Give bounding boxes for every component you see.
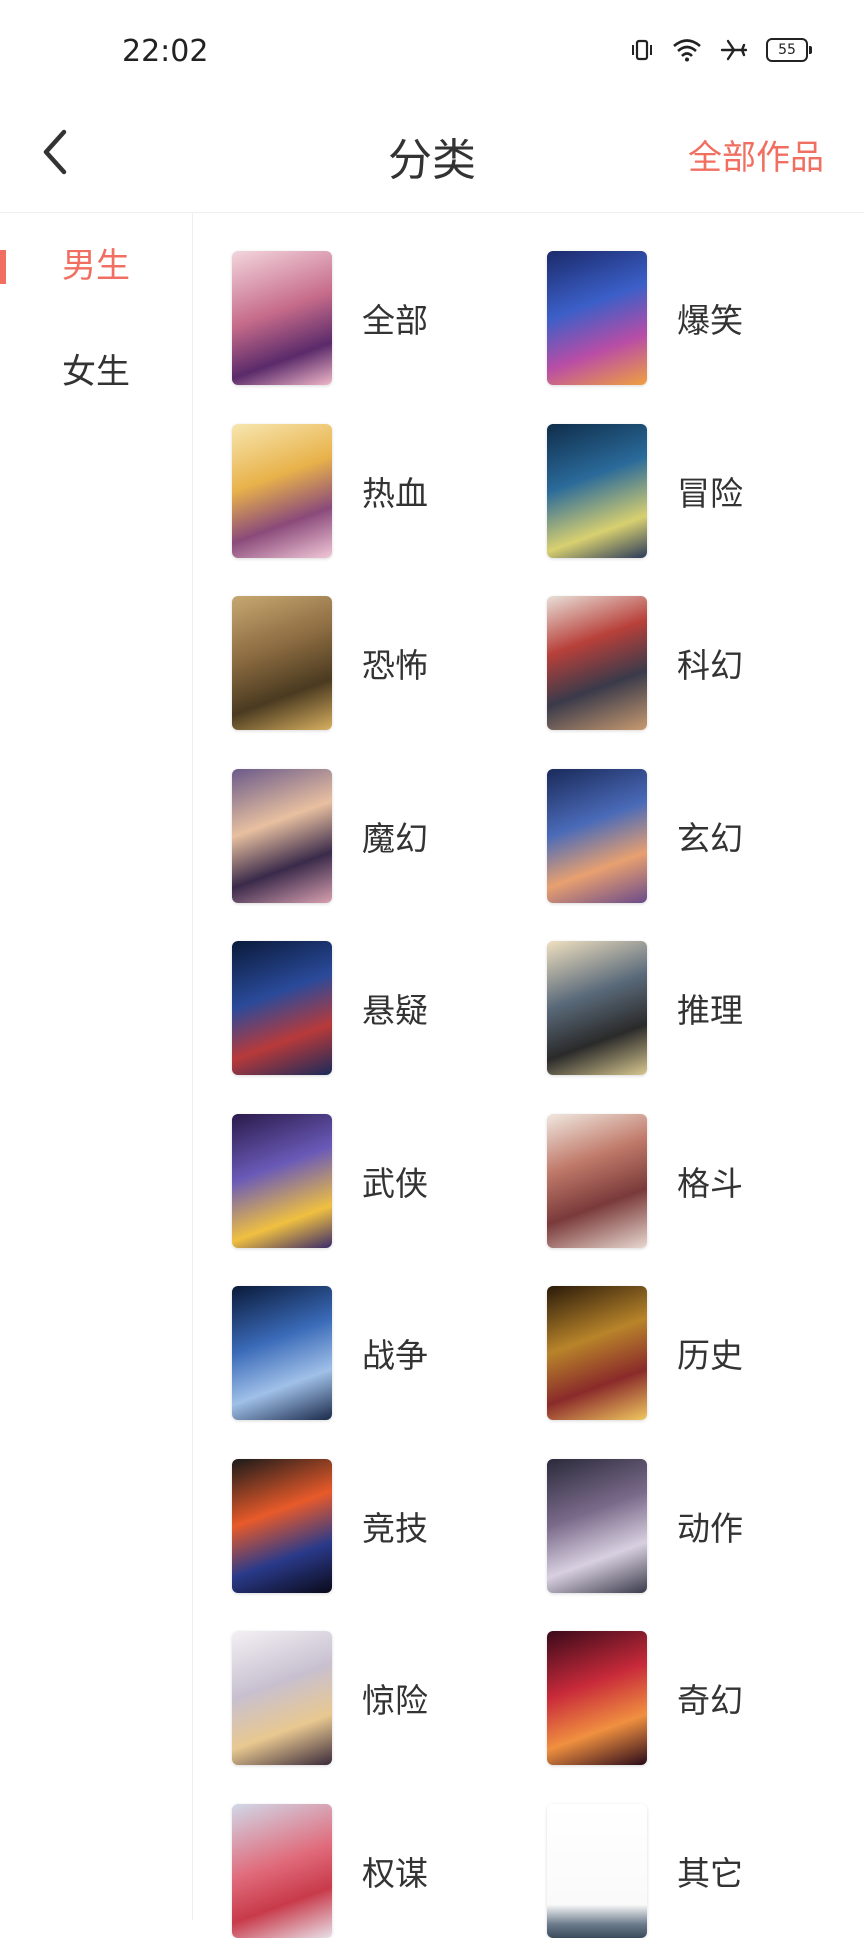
category-thumbnail xyxy=(232,769,332,903)
sidebar-item-label: 男生 xyxy=(62,246,130,286)
category-thumbnail xyxy=(232,1631,332,1765)
category-item[interactable]: 权谋 xyxy=(232,1804,428,1938)
header: 分类 全部作品 xyxy=(0,100,864,213)
category-label: 魔幻 xyxy=(362,812,428,860)
category-item[interactable]: 战争 xyxy=(232,1286,428,1420)
category-row: 热血 冒险 xyxy=(192,386,864,559)
category-item[interactable]: 格斗 xyxy=(547,1114,743,1248)
category-thumbnail xyxy=(232,251,332,385)
category-label: 推理 xyxy=(677,984,743,1032)
category-row: 全部 爆笑 xyxy=(192,213,864,386)
category-label: 爆笑 xyxy=(677,294,743,342)
category-label: 惊险 xyxy=(362,1674,428,1722)
category-row: 魔幻 玄幻 xyxy=(192,731,864,904)
category-item[interactable]: 魔幻 xyxy=(232,769,428,903)
category-item[interactable]: 玄幻 xyxy=(547,769,743,903)
category-item[interactable]: 竞技 xyxy=(232,1459,428,1593)
battery-icon: 55 xyxy=(766,38,808,62)
back-button[interactable] xyxy=(36,124,76,180)
category-label: 恐怖 xyxy=(362,639,428,687)
status-time: 22:02 xyxy=(122,34,208,69)
category-thumbnail xyxy=(547,596,647,730)
status-icons: 55 xyxy=(630,38,808,62)
category-thumbnail xyxy=(547,251,647,385)
category-thumbnail xyxy=(547,941,647,1075)
category-thumbnail xyxy=(232,1804,332,1938)
category-item[interactable]: 惊险 xyxy=(232,1631,428,1765)
category-row: 权谋 其它 xyxy=(192,1766,864,1938)
airplane-icon xyxy=(720,38,748,62)
category-label: 其它 xyxy=(677,1847,743,1895)
category-row: 悬疑 推理 xyxy=(192,903,864,1076)
category-label: 悬疑 xyxy=(362,984,428,1032)
category-thumbnail xyxy=(547,1114,647,1248)
category-row: 战争 历史 xyxy=(192,1248,864,1421)
category-label: 冒险 xyxy=(677,467,743,515)
category-label: 战争 xyxy=(362,1329,428,1377)
category-row: 恐怖 科幻 xyxy=(192,558,864,731)
category-label: 动作 xyxy=(677,1502,743,1550)
category-thumbnail xyxy=(232,1114,332,1248)
category-item[interactable]: 奇幻 xyxy=(547,1631,743,1765)
category-thumbnail xyxy=(232,941,332,1075)
category-thumbnail xyxy=(547,1631,647,1765)
sidebar: 男生 女生 xyxy=(0,213,193,1920)
category-label: 科幻 xyxy=(677,639,743,687)
category-item[interactable]: 热血 xyxy=(232,424,428,558)
category-label: 奇幻 xyxy=(677,1674,743,1722)
category-thumbnail xyxy=(547,1286,647,1420)
active-indicator xyxy=(0,250,6,284)
category-item[interactable]: 全部 xyxy=(232,251,428,385)
category-thumbnail xyxy=(232,596,332,730)
category-item[interactable]: 其它 xyxy=(547,1804,743,1938)
category-row: 武侠 格斗 xyxy=(192,1076,864,1249)
category-item[interactable]: 历史 xyxy=(547,1286,743,1420)
category-label: 权谋 xyxy=(362,1847,428,1895)
sidebar-item-label: 女生 xyxy=(62,352,130,392)
wifi-icon xyxy=(672,38,702,62)
category-label: 全部 xyxy=(362,294,428,342)
vibrate-icon xyxy=(630,38,654,62)
category-item[interactable]: 科幻 xyxy=(547,596,743,730)
category-thumbnail xyxy=(547,1804,647,1938)
category-thumbnail xyxy=(547,769,647,903)
category-item[interactable]: 武侠 xyxy=(232,1114,428,1248)
category-grid: 全部 爆笑热血 冒险恐怖 科幻魔幻 玄幻悬疑 推理武侠 格斗战争 历史竞技 动作惊险 奇幻权谋 其它 xyxy=(192,213,864,1938)
category-thumbnail xyxy=(232,1286,332,1420)
category-label: 竞技 xyxy=(362,1502,428,1550)
chevron-left-icon xyxy=(36,124,76,180)
category-item[interactable]: 动作 xyxy=(547,1459,743,1593)
category-item[interactable]: 恐怖 xyxy=(232,596,428,730)
category-label: 热血 xyxy=(362,467,428,515)
all-works-link[interactable]: 全部作品 xyxy=(688,130,824,179)
category-item[interactable]: 悬疑 xyxy=(232,941,428,1075)
status-bar: 22:02 55 xyxy=(0,0,864,100)
category-label: 武侠 xyxy=(362,1157,428,1205)
sidebar-item-female[interactable]: 女生 xyxy=(0,319,192,425)
category-item[interactable]: 推理 xyxy=(547,941,743,1075)
category-label: 历史 xyxy=(677,1329,743,1377)
sidebar-item-male[interactable]: 男生 xyxy=(0,213,192,319)
category-label: 玄幻 xyxy=(677,812,743,860)
category-label: 格斗 xyxy=(677,1157,743,1205)
category-item[interactable]: 冒险 xyxy=(547,424,743,558)
category-thumbnail xyxy=(547,1459,647,1593)
category-thumbnail xyxy=(232,424,332,558)
category-thumbnail xyxy=(547,424,647,558)
category-thumbnail xyxy=(232,1459,332,1593)
category-item[interactable]: 爆笑 xyxy=(547,251,743,385)
category-row: 惊险 奇幻 xyxy=(192,1593,864,1766)
category-row: 竞技 动作 xyxy=(192,1421,864,1594)
